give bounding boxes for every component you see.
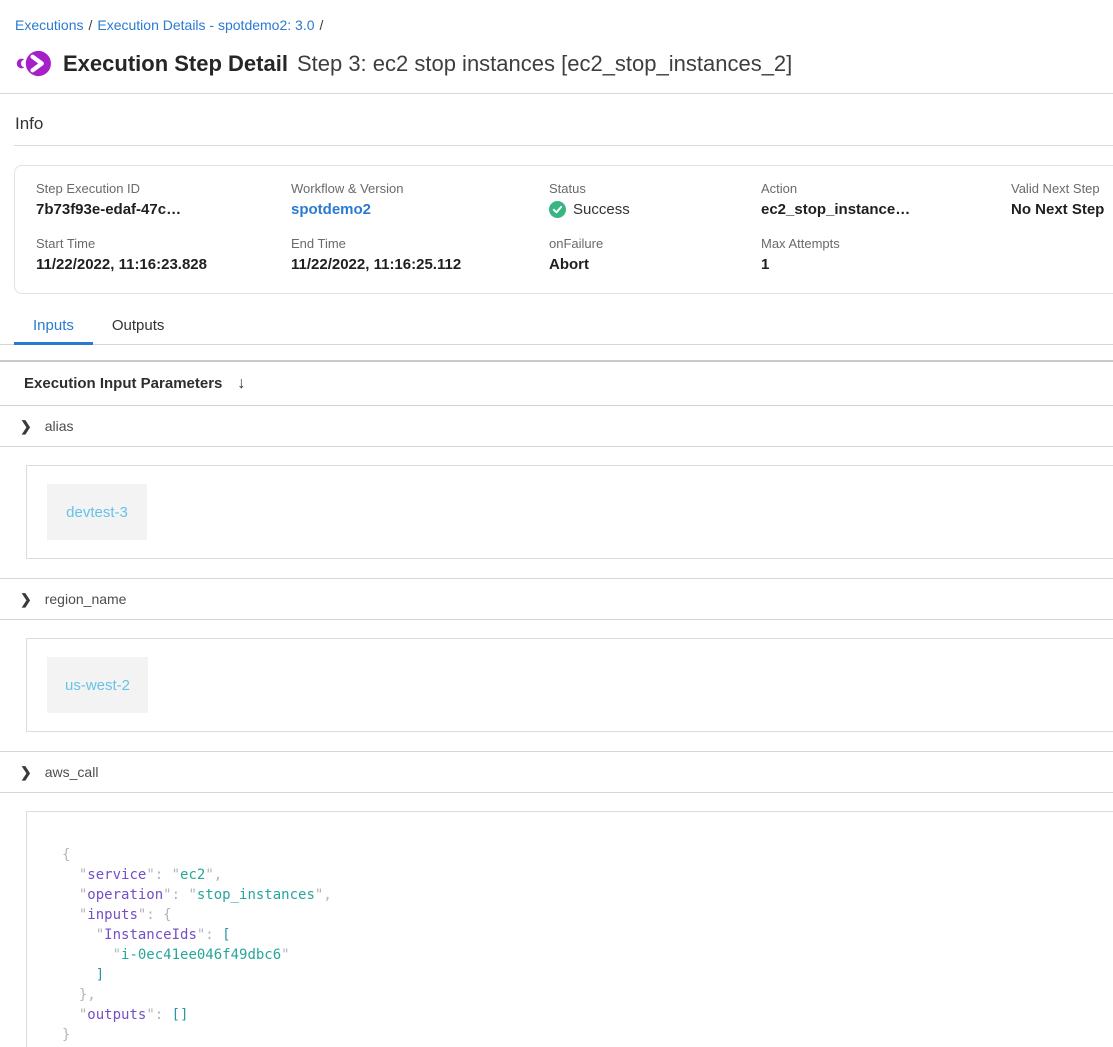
info-field: Action ec2_stop_instance… (761, 181, 1011, 218)
breadcrumb-link-executions[interactable]: Executions (15, 17, 83, 33)
code-line: "i-0ec41ee046f49dbc6" (62, 945, 1105, 965)
field-label: Start Time (36, 236, 291, 251)
field-value: Abort (549, 256, 761, 273)
code-line: "service": "ec2", (62, 865, 1105, 885)
param-content: { "service": "ec2", "operation": "stop_i… (0, 793, 1113, 1047)
field-label: Action (761, 181, 1011, 196)
status-text: Success (573, 201, 630, 218)
param-value-box: us-west-2 (26, 638, 1113, 732)
info-field: Valid Next Step No Next Step (1011, 181, 1113, 218)
page-title-main: Execution Step Detail (63, 51, 288, 76)
section-title: Execution Input Parameters (24, 375, 222, 392)
param-name: aws_call (45, 764, 99, 780)
tab-bar: Inputs Outputs (0, 308, 1113, 345)
sort-descending-icon[interactable]: ↓ (237, 375, 245, 393)
info-field: Status Success (549, 181, 761, 218)
code-line: ] (62, 965, 1105, 985)
code-line: "InstanceIds": [ (62, 925, 1105, 945)
info-field: Max Attempts 1 (761, 236, 1011, 273)
breadcrumb-separator: / (88, 17, 92, 33)
status-badge: Success (549, 201, 761, 218)
field-value: 1 (761, 256, 1011, 273)
tab-outputs[interactable]: Outputs (93, 308, 184, 344)
param-row-region_name[interactable]: ❯ region_name (0, 579, 1113, 620)
param-value-chip: devtest-3 (47, 484, 147, 540)
field-value: 7b73f93e-edaf-47c… (36, 201, 291, 218)
chevron-right-icon: ❯ (20, 764, 32, 781)
param-content: devtest-3 (0, 447, 1113, 578)
param-name: alias (45, 418, 74, 434)
page-title-sub: Step 3: ec2 stop instances [ec2_stop_ins… (297, 51, 792, 76)
info-card: Step Execution ID 7b73f93e-edaf-47c…Workf… (14, 165, 1113, 294)
code-line: }, (62, 985, 1105, 1005)
tab-inputs[interactable]: Inputs (14, 308, 93, 344)
param-row-aws_call[interactable]: ❯ aws_call (0, 752, 1113, 793)
success-check-icon (549, 201, 566, 218)
param-name: region_name (45, 591, 127, 607)
execution-step-detail-page: Executions / Execution Details - spotdemo2… (0, 0, 1113, 1047)
page-title: Execution Step Detail Step 3: ec2 stop in… (63, 49, 792, 79)
divider (14, 145, 1113, 146)
info-field: onFailure Abort (549, 236, 761, 273)
param-content: us-west-2 (0, 620, 1113, 751)
execution-input-parameters-header[interactable]: Execution Input Parameters ↓ (0, 362, 1113, 406)
parameters-list: ❯ alias devtest-3 ❯ region_name us-west-2 ❯ aws… (0, 406, 1113, 1047)
param-section-aws_call: ❯ aws_call { "service": "ec2", "operation"… (0, 752, 1113, 1047)
code-line: "inputs": { (62, 905, 1105, 925)
code-block: { "service": "ec2", "operation": "stop_i… (26, 811, 1113, 1047)
workflow-link[interactable]: spotdemo2 (291, 201, 549, 218)
info-field: Start Time 11/22/2022, 11:16:23.828 (36, 236, 291, 273)
field-label: Step Execution ID (36, 181, 291, 196)
param-value-chip: us-west-2 (47, 657, 148, 713)
code-line: { (62, 845, 1105, 865)
breadcrumb: Executions / Execution Details - spotdemo2… (0, 0, 1113, 35)
info-field: Step Execution ID 7b73f93e-edaf-47c… (36, 181, 291, 218)
field-value: 11/22/2022, 11:16:25.112 (291, 256, 549, 273)
info-field: End Time 11/22/2022, 11:16:25.112 (291, 236, 549, 273)
param-section-region_name: ❯ region_name us-west-2 (0, 579, 1113, 752)
info-field: Workflow & Version spotdemo2 (291, 181, 549, 218)
code-line: } (62, 1025, 1105, 1045)
field-label: Max Attempts (761, 236, 1011, 251)
param-value-box: devtest-3 (26, 465, 1113, 559)
field-value: No Next Step (1011, 201, 1113, 218)
breadcrumb-link-execution-details[interactable]: Execution Details - spotdemo2: 3.0 (97, 17, 314, 33)
param-section-alias: ❯ alias devtest-3 (0, 406, 1113, 579)
page-title-bar: Execution Step Detail Step 3: ec2 stop in… (16, 48, 1113, 79)
field-value: ec2_stop_instance… (761, 201, 1011, 218)
divider (0, 93, 1113, 94)
chevron-right-icon: ❯ (20, 591, 32, 608)
chevron-right-icon: ❯ (20, 418, 32, 435)
code-line: "outputs": [] (62, 1005, 1105, 1025)
field-value: 11/22/2022, 11:16:23.828 (36, 256, 291, 273)
field-label: onFailure (549, 236, 761, 251)
param-row-alias[interactable]: ❯ alias (0, 406, 1113, 447)
info-heading: Info (15, 114, 1113, 134)
field-label: Status (549, 181, 761, 196)
code-line: "operation": "stop_instances", (62, 885, 1105, 905)
field-label: Valid Next Step (1011, 181, 1113, 196)
workflow-logo-icon (16, 48, 52, 79)
field-label: End Time (291, 236, 549, 251)
breadcrumb-separator: / (320, 17, 324, 33)
field-label: Workflow & Version (291, 181, 549, 196)
